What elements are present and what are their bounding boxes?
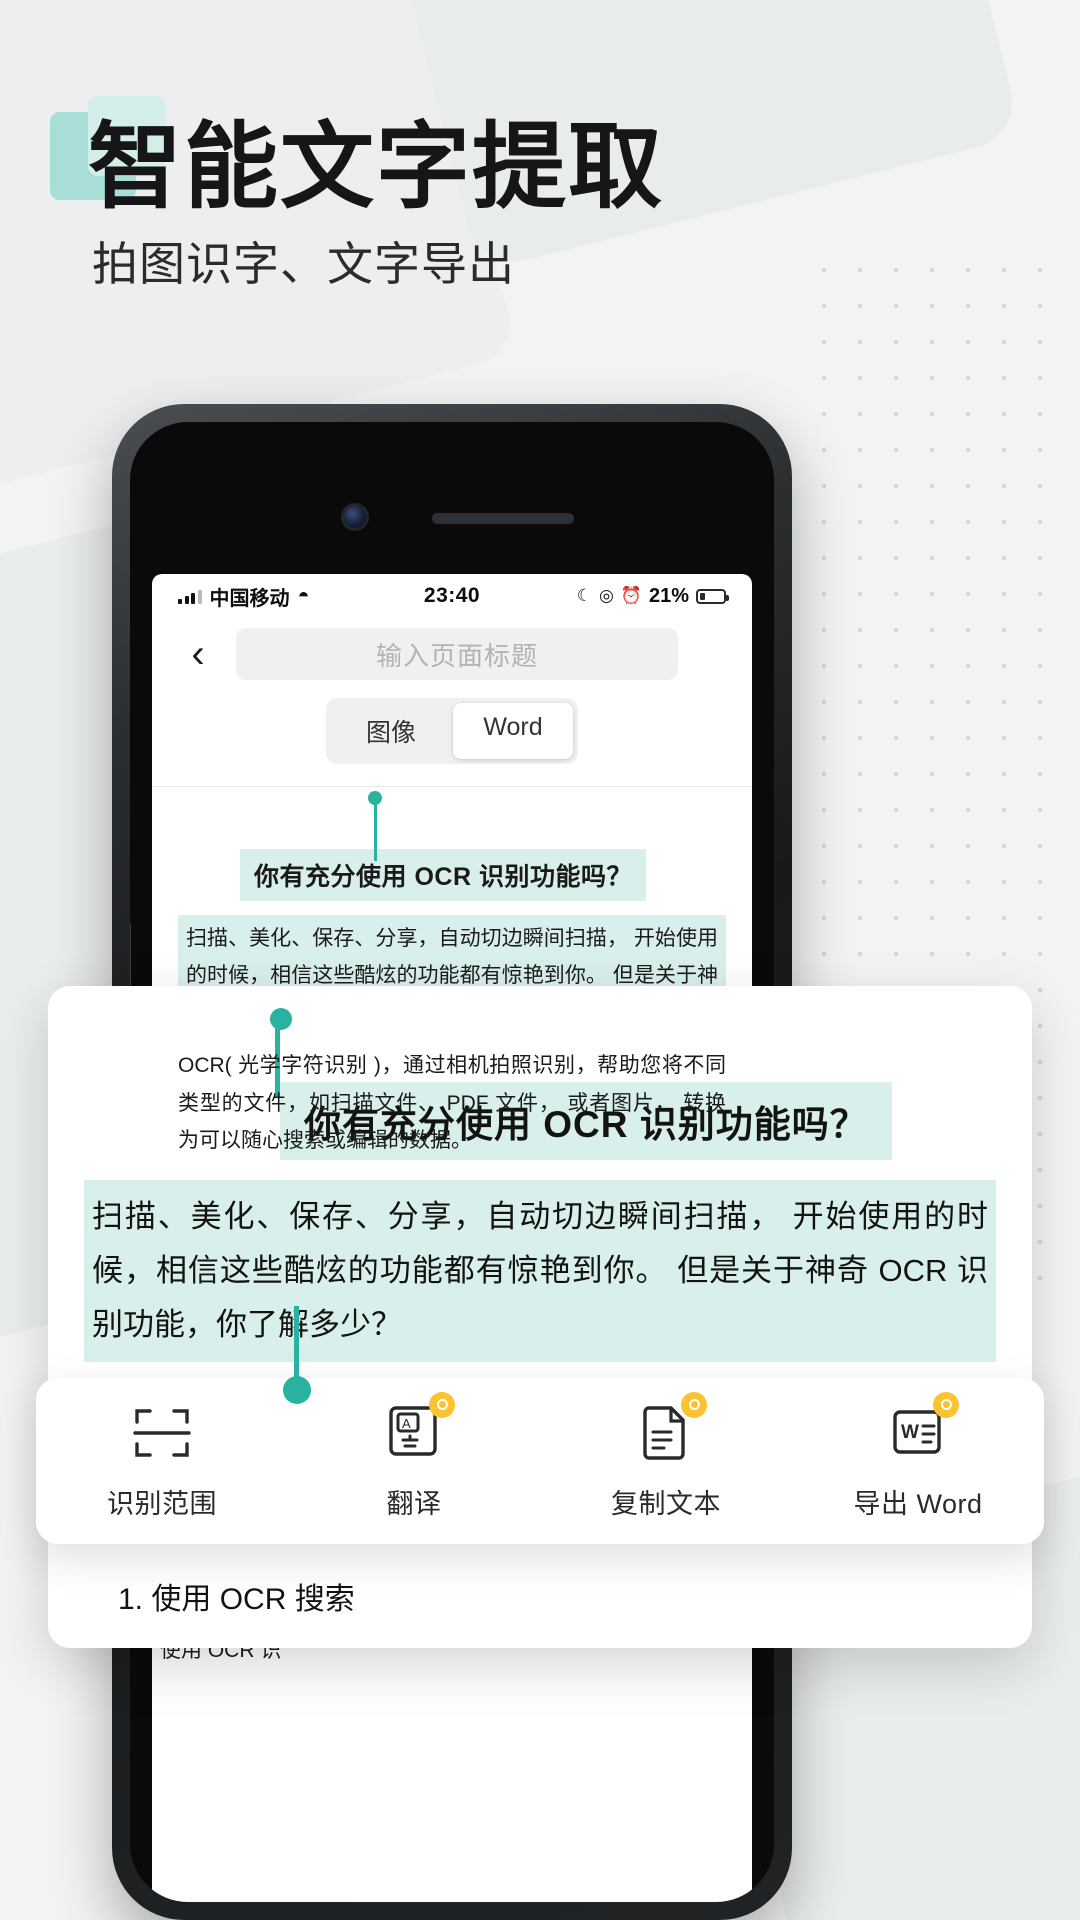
phone-navbar: ‹ 输入页面标题 xyxy=(152,618,752,694)
earpiece-speaker xyxy=(432,513,574,524)
card-annotation-handle-bottom-icon[interactable] xyxy=(283,1376,311,1404)
tab-image[interactable]: 图像 xyxy=(331,703,451,759)
phone-document: 你有充分使用 OCR 识别功能吗？ 扫描、美化、保存、分享，自动切边瞬间扫描， … xyxy=(152,787,752,1159)
toolbar-label: 导出 Word xyxy=(853,1488,983,1519)
page-title-input[interactable]: 输入页面标题 xyxy=(236,628,678,680)
annotation-line-top xyxy=(374,799,377,861)
toolbar-item-translate[interactable]: A 翻译 xyxy=(314,1391,514,1521)
translate-icon: A xyxy=(383,1391,455,1464)
battery-percent-label: 21% xyxy=(648,584,690,607)
tab-word[interactable]: Word xyxy=(453,703,573,759)
toolbar-item-export-word[interactable]: W 导出 Word xyxy=(818,1391,1018,1521)
view-mode-switch: 图像 Word xyxy=(152,694,752,786)
page-subtitle: 拍图识字、文字导出 xyxy=(92,238,515,290)
doc-heading: 你有充分使用 OCR 识别功能吗？ xyxy=(240,849,646,901)
toolbar-item-recognize-area[interactable]: 识别范围 xyxy=(62,1402,262,1521)
toolbar-label: 翻译 xyxy=(386,1488,442,1519)
status-bar: 中国移动 ◓ 23:40 ☾ ◎ ⏰ 21% xyxy=(152,574,752,618)
card-highlighted-paragraph: 扫描、美化、保存、分享，自动切边瞬间扫描， 开始使用的时候，相信这些酷炫的功能都… xyxy=(84,1180,996,1404)
card-highlight-text: 扫描、美化、保存、分享，自动切边瞬间扫描， 开始使用的时候，相信这些酷炫的功能都… xyxy=(92,1199,988,1342)
toolbar-label: 识别范围 xyxy=(107,1488,217,1519)
svg-text:W: W xyxy=(901,1422,919,1443)
card-annotation-handle-top-icon[interactable] xyxy=(270,1008,292,1030)
toolbar-label: 复制文本 xyxy=(611,1488,721,1519)
new-badge-icon xyxy=(681,1391,707,1418)
alarm-icon: ⏰ xyxy=(620,586,642,605)
toolbar-item-copy-text[interactable]: 复制文本 xyxy=(566,1391,766,1521)
signal-bars-icon xyxy=(178,589,202,604)
card-list-item: 1. 使用 OCR 搜索 xyxy=(118,1582,355,1616)
moon-icon: ☾ xyxy=(576,586,592,605)
new-badge-icon xyxy=(429,1391,455,1418)
location-icon: ◎ xyxy=(598,586,614,605)
carrier-label: 中国移动 xyxy=(209,587,290,610)
export-word-icon: W xyxy=(887,1391,959,1464)
action-toolbar: 识别范围 A 翻译 复制文本 W 导出 Word xyxy=(36,1378,1044,1544)
new-badge-icon xyxy=(933,1391,959,1418)
copy-text-icon xyxy=(635,1391,707,1464)
battery-icon xyxy=(696,588,730,604)
front-camera-icon xyxy=(344,506,366,528)
crop-frame-icon xyxy=(131,1402,193,1464)
status-time: 23:40 xyxy=(423,584,481,607)
doc-body-paragraph: OCR( 光学字符识别 )，通过相机拍照识别，帮助您将不同类型的文件，如扫描文件… xyxy=(178,1054,726,1152)
svg-text:A: A xyxy=(402,1416,411,1431)
back-chevron-icon[interactable]: ‹ xyxy=(178,634,218,674)
wifi-icon: ◓ xyxy=(297,584,310,607)
page-title: 智能文字提取 xyxy=(88,114,665,219)
